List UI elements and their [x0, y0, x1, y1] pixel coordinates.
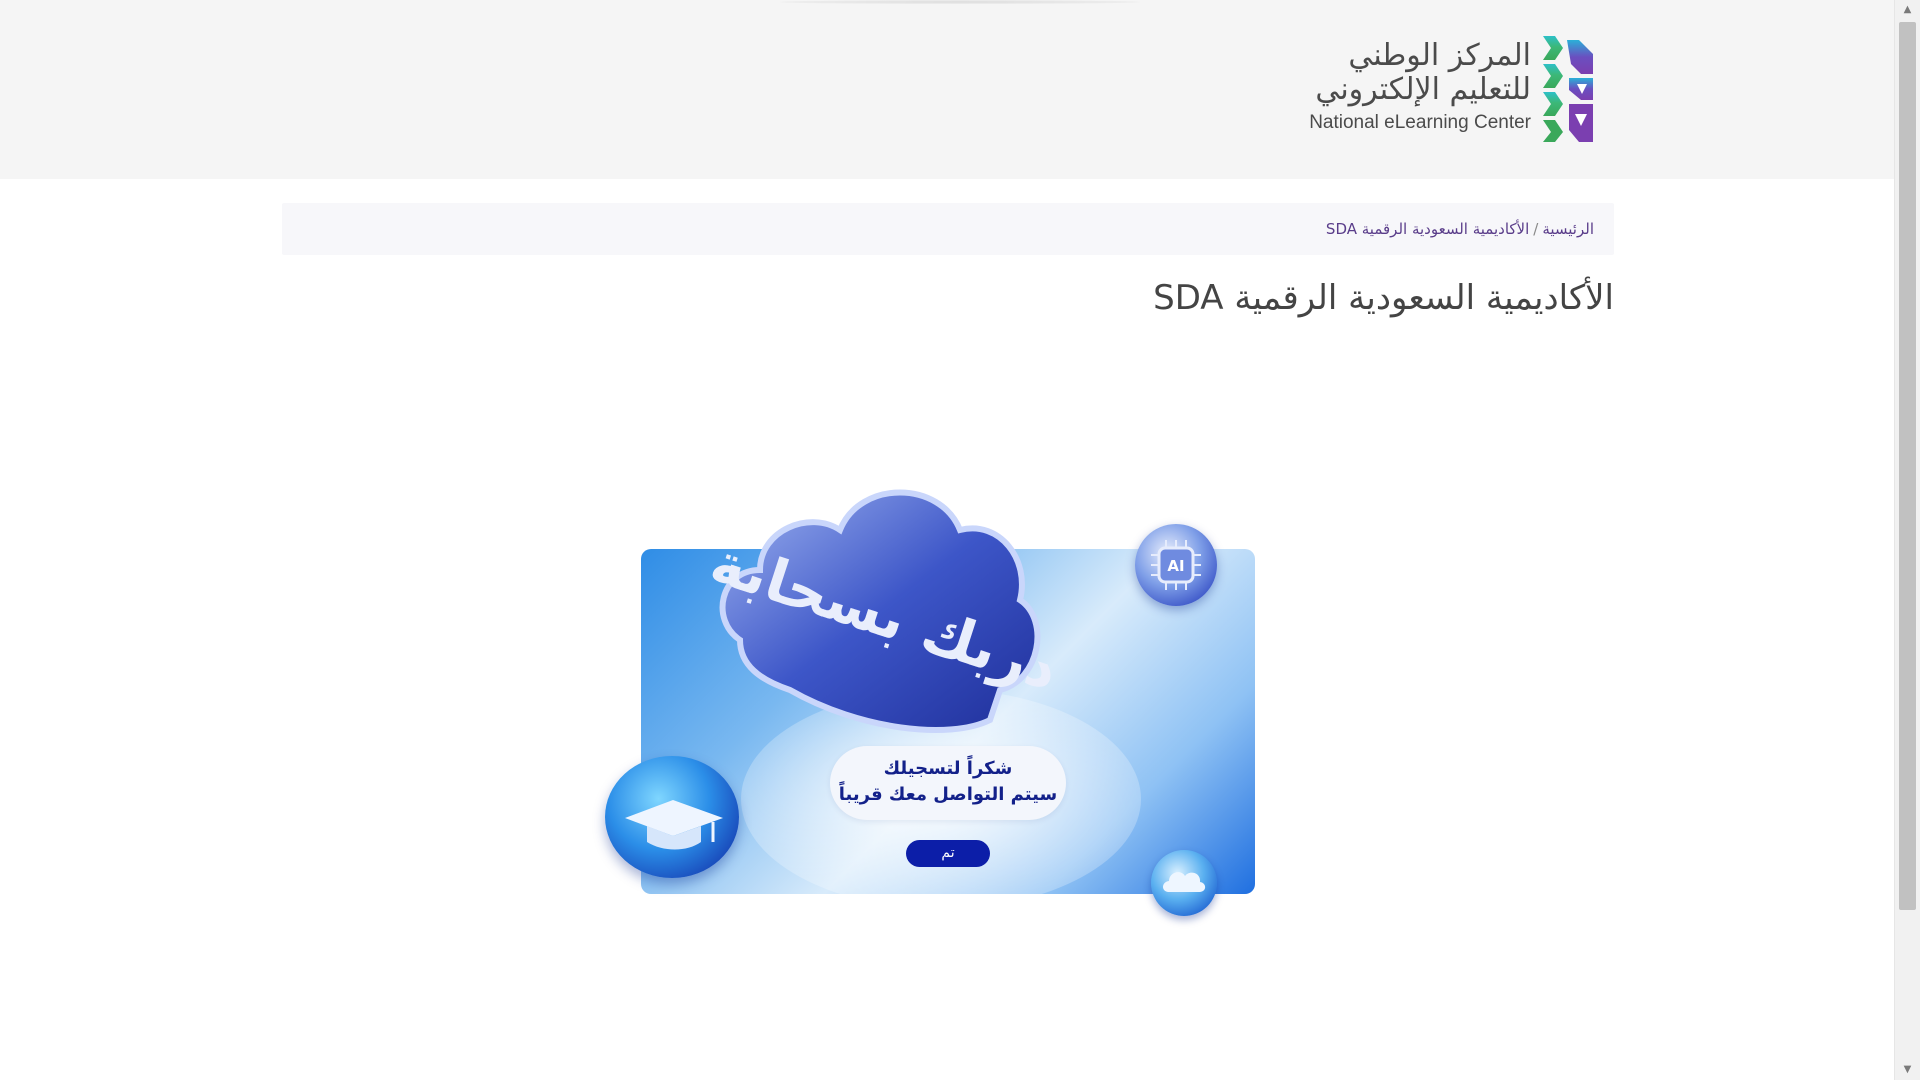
logo-text-english: National eLearning Center [1309, 112, 1531, 133]
breadcrumb-separator: / [1533, 220, 1539, 238]
logo-text-arabic-line2: للتعليم الإلكتروني [1315, 72, 1531, 107]
scroll-down-arrow-icon[interactable]: ▼ [1895, 1060, 1920, 1080]
nelc-logo-link[interactable]: المركز الوطني للتعليم الإلكتروني Nationa… [1290, 32, 1595, 148]
page-scrollbar[interactable]: ▲ ▼ [1894, 0, 1920, 1080]
cloud-orb [1151, 850, 1217, 916]
scroll-thumb[interactable] [1899, 22, 1916, 910]
breadcrumb-current: الأكاديمية السعودية الرقمية SDA [1325, 220, 1530, 238]
graduation-cap-icon [625, 800, 723, 850]
breadcrumb-home-link[interactable]: الرئيسية [1542, 220, 1594, 238]
thanks-line-2: سيتم التواصل معك قريباً [838, 784, 1058, 805]
done-button[interactable]: تم [906, 840, 990, 867]
cloud-art: دربك بسحابة [703, 489, 1060, 733]
breadcrumb: الرئيسية/الأكاديمية السعودية الرقمية SDA [282, 203, 1614, 255]
graduation-orb [605, 756, 739, 878]
nelc-logo-icon [1543, 36, 1593, 142]
logo-text-arabic-line1: المركز الوطني [1348, 38, 1531, 73]
ai-orb: AI [1135, 524, 1217, 606]
thanks-line-1: شكراً لتسجيلك [883, 758, 1013, 779]
site-header: المركز الوطني للتعليم الإلكتروني Nationa… [0, 0, 1895, 179]
header-shadow [780, 0, 1140, 4]
cloud-icon [1163, 872, 1206, 892]
thanks-message: شكراً لتسجيلك سيتم التواصل معك قريباً [830, 746, 1066, 820]
ai-badge-text: AI [1167, 557, 1184, 575]
ai-chip-icon: AI [1151, 540, 1201, 590]
page-title: الأكاديمية السعودية الرقمية SDA [1153, 278, 1614, 318]
scroll-up-arrow-icon[interactable]: ▲ [1895, 0, 1920, 20]
